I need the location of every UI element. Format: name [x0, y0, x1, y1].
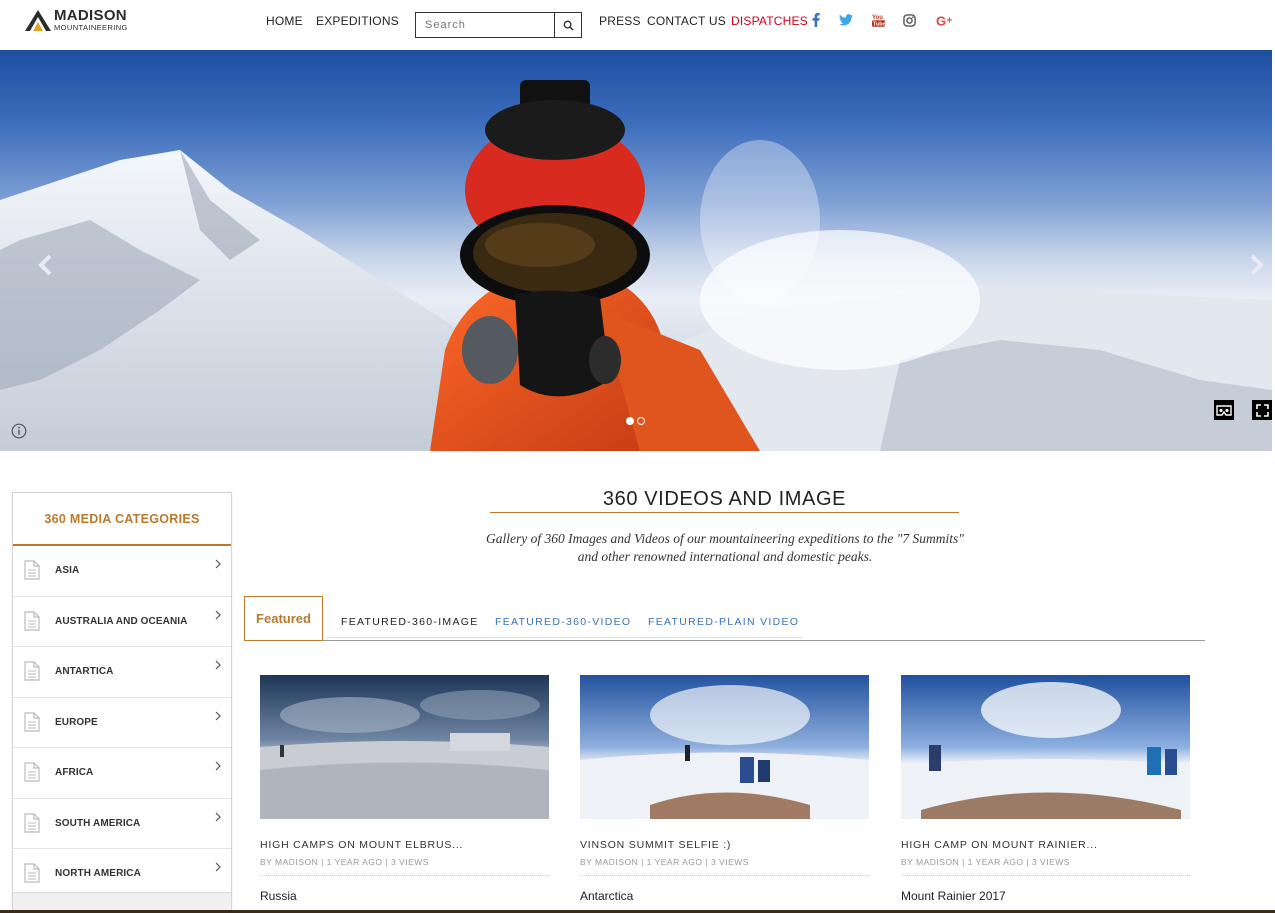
- slide-dot[interactable]: [626, 417, 634, 425]
- hero-next-arrow[interactable]: [1244, 250, 1268, 280]
- media-title[interactable]: HIGH CAMPS ON MOUNT ELBRUS...: [260, 839, 549, 851]
- document-icon: [24, 610, 40, 631]
- instagram-icon[interactable]: [901, 12, 917, 28]
- document-icon: [24, 812, 40, 833]
- google-plus-icon[interactable]: G +: [935, 12, 955, 28]
- brand-tagline: MOUNTAINEERING: [54, 23, 128, 33]
- category-label: SOUTH AMERICA: [55, 817, 141, 829]
- hero-360-viewer[interactable]: [0, 50, 1272, 451]
- search-icon: [563, 20, 574, 31]
- media-meta: BY MADISON | 1 YEAR AGO | 3 VIEWS: [901, 857, 1190, 876]
- nav-press[interactable]: PRESS: [599, 14, 641, 28]
- media-location: Russia: [260, 889, 297, 903]
- chevron-right-icon: [215, 610, 221, 619]
- category-label: AFRICA: [55, 767, 94, 779]
- twitter-icon[interactable]: [838, 12, 854, 28]
- tab-featured[interactable]: Featured: [244, 596, 323, 641]
- fullscreen-button[interactable]: [1252, 400, 1272, 420]
- chevron-right-icon: [215, 559, 221, 569]
- nav-home[interactable]: HOME: [266, 14, 303, 28]
- media-thumbnail[interactable]: [580, 675, 869, 819]
- tab-featured-360-image[interactable]: FEATURED-360-IMAGE: [341, 616, 479, 628]
- info-icon[interactable]: [11, 423, 27, 439]
- svg-text:+: +: [946, 15, 952, 26]
- category-label: ASIA: [55, 565, 80, 577]
- media-thumbnail[interactable]: [901, 675, 1190, 819]
- page-title: 360 VIDEOS AND IMAGE: [602, 488, 847, 510]
- hero-360-image: [0, 80, 1272, 451]
- category-label: EUROPE: [55, 716, 98, 728]
- slide-dot[interactable]: [637, 417, 645, 425]
- media-thumbnail[interactable]: [260, 675, 549, 819]
- category-item-europe[interactable]: EUROPE: [13, 698, 231, 748]
- media-card[interactable]: HIGH CAMPS ON MOUNT ELBRUS... BY MADISON…: [260, 675, 549, 903]
- svg-text:Tube: Tube: [873, 22, 885, 27]
- vr-mode-button[interactable]: [1214, 400, 1234, 420]
- fullscreen-icon: [1255, 403, 1269, 417]
- svg-text:You: You: [872, 15, 883, 21]
- category-label: AUSTRALIA AND OCEANIA: [55, 615, 188, 627]
- media-card[interactable]: HIGH CAMP ON MOUNT RAINIER... BY MADISON…: [901, 675, 1190, 903]
- sidebar-title: 360 MEDIA CATEGORIES: [13, 493, 231, 546]
- nav-dispatches[interactable]: DISPATCHES: [731, 14, 808, 28]
- chevron-right-icon: [215, 812, 221, 821]
- media-meta: BY MADISON | 1 YEAR AGO | 3 VIEWS: [580, 857, 869, 876]
- media-title[interactable]: VINSON SUMMIT SELFIE :): [580, 839, 869, 851]
- media-location: Mount Rainier 2017: [901, 889, 1006, 903]
- slide-indicators: [626, 417, 645, 425]
- chevron-right-icon: [215, 761, 221, 771]
- document-icon: [24, 762, 40, 782]
- media-title[interactable]: HIGH CAMP ON MOUNT RAINIER...: [901, 839, 1190, 851]
- logo[interactable]: MADISON MOUNTAINEERING: [24, 7, 128, 33]
- tabs-underline: [326, 637, 802, 638]
- category-item-africa[interactable]: AFRICA: [13, 748, 231, 799]
- hero-prev-arrow[interactable]: [34, 250, 58, 280]
- tab-featured-360-video[interactable]: FEATURED-360-VIDEO: [495, 616, 631, 628]
- nav-contact[interactable]: CONTACT US: [647, 14, 726, 28]
- title-divider: [490, 512, 959, 513]
- search-input[interactable]: [416, 13, 554, 37]
- category-item-australia-oceania[interactable]: AUSTRALIA AND OCEANIA: [13, 597, 231, 647]
- categories-sidebar: 360 MEDIA CATEGORIES ASIA AUSTRALIA AND …: [12, 492, 232, 913]
- site-header: MADISON MOUNTAINEERING HOME EXPEDITIONS …: [0, 0, 1275, 50]
- category-label: ANTARTICA: [55, 666, 114, 678]
- svg-text:G: G: [936, 14, 946, 27]
- chevron-right-icon: [215, 862, 221, 872]
- document-icon: [24, 863, 40, 883]
- search-button[interactable]: [554, 13, 581, 37]
- document-icon: [24, 711, 40, 732]
- mountain-logo-icon: [25, 10, 51, 31]
- chevron-right-icon: [215, 711, 221, 720]
- document-icon: [24, 560, 40, 580]
- category-item-south-america[interactable]: SOUTH AMERICA: [13, 799, 231, 849]
- vr-headset-icon: [1216, 404, 1232, 416]
- media-meta: BY MADISON | 1 YEAR AGO | 3 VIEWS: [260, 857, 549, 876]
- facebook-icon[interactable]: [808, 12, 824, 28]
- media-location: Antarctica: [580, 889, 634, 903]
- category-item-asia[interactable]: ASIA: [13, 546, 231, 597]
- brand-name: MADISON: [54, 7, 127, 25]
- chevron-right-icon: [215, 660, 221, 670]
- page-subtitle: Gallery of 360 Images and Videos of our …: [486, 531, 964, 564]
- nav-expeditions[interactable]: EXPEDITIONS: [316, 14, 399, 28]
- tab-featured-plain-video[interactable]: FEATURED-PLAIN VIDEO: [648, 616, 799, 628]
- tabs-divider: [244, 640, 1205, 641]
- category-item-antartica[interactable]: ANTARTICA: [13, 647, 231, 698]
- category-label: NORTH AMERICA: [55, 868, 141, 880]
- document-icon: [24, 661, 40, 681]
- search-box: [415, 12, 582, 38]
- youtube-icon[interactable]: You Tube: [870, 12, 886, 28]
- media-card[interactable]: VINSON SUMMIT SELFIE :) BY MADISON | 1 Y…: [580, 675, 869, 903]
